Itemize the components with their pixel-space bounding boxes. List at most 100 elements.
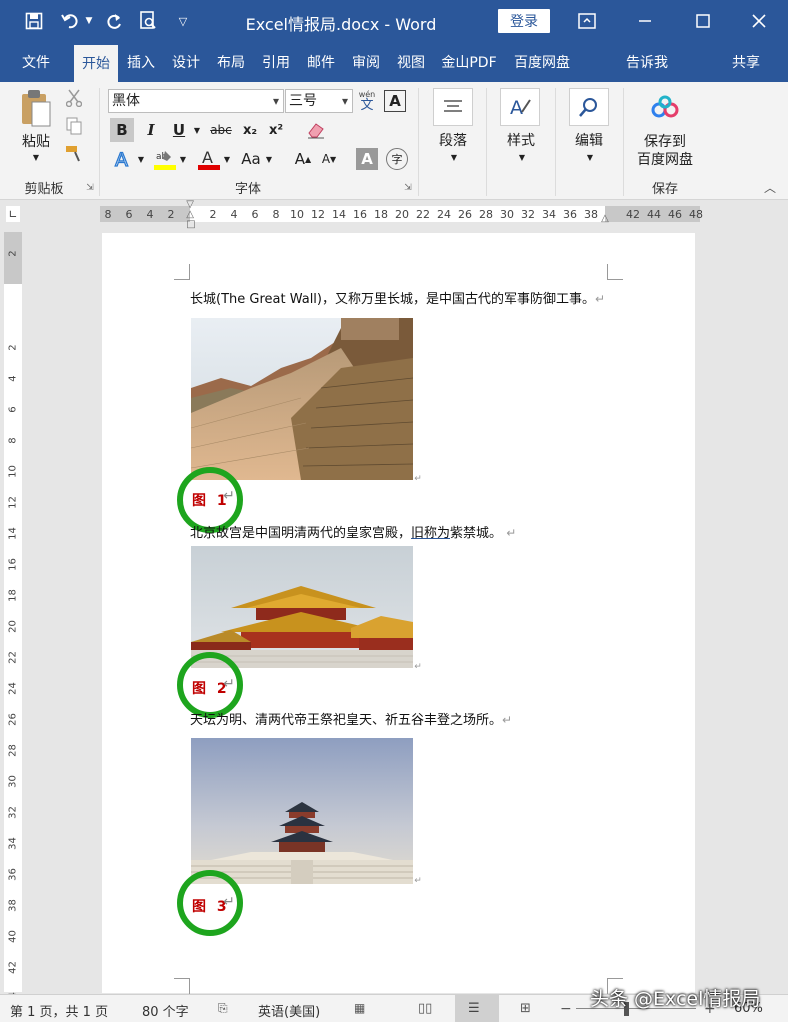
print-layout-icon[interactable]: ☰ [468, 1001, 480, 1016]
character-border-icon[interactable]: A [384, 90, 406, 112]
ruler-number: 6 [7, 406, 19, 413]
ruler-number: 30 [500, 208, 514, 221]
change-case-dropdown-icon[interactable]: ▼ [264, 146, 274, 172]
paragraph-great-wall[interactable]: 长城(The Great Wall)，又称万里长城，是中国古代的军事防御工事。↵ [190, 288, 605, 307]
ruler-number: 4 [146, 208, 154, 221]
change-case-button[interactable]: Aa [238, 146, 264, 172]
paragraph-mark: ↵ [506, 526, 517, 540]
tab-design[interactable]: 设计 [165, 44, 207, 82]
tab-baidu-netdisk[interactable]: 百度网盘 [506, 44, 578, 82]
customize-toolbar-icon[interactable]: ▽ [174, 8, 192, 34]
italic-button[interactable]: I [140, 118, 162, 142]
strikethrough-button[interactable]: abc [206, 118, 236, 142]
paragraph-forbidden-city[interactable]: 北京故宫是中国明清两代的皇家宫殿，旧称为紫禁城。 ↵ [190, 522, 516, 541]
phonetic-guide-icon[interactable]: wén 文 [358, 88, 376, 114]
forbidden-city-image[interactable] [191, 546, 413, 668]
tab-wps-pdf[interactable]: 金山PDF [436, 44, 502, 82]
font-name-combo[interactable]: 黑体 ▾ [108, 89, 284, 113]
styles-icon[interactable]: A [500, 88, 540, 126]
paste-dropdown-icon[interactable]: ▼ [28, 152, 44, 162]
ruler-number: 32 [521, 208, 535, 221]
great-wall-image[interactable] [191, 318, 413, 480]
save-icon[interactable] [22, 8, 46, 34]
copy-icon[interactable] [64, 116, 84, 136]
font-size-combo[interactable]: 三号 ▾ [285, 89, 353, 113]
format-painter-icon[interactable] [64, 144, 84, 164]
text-effects-icon[interactable]: A [110, 146, 136, 172]
tab-review[interactable]: 审阅 [345, 44, 387, 82]
clipboard-launcher-icon[interactable]: ⇲ [84, 182, 96, 194]
undo-dropdown-icon[interactable]: ▼ [84, 8, 94, 34]
highlight-dropdown-icon[interactable]: ▼ [178, 146, 188, 172]
login-button[interactable]: 登录 [498, 9, 550, 33]
clear-formatting-icon[interactable] [304, 118, 328, 142]
save-to-baidu-line2[interactable]: 百度网盘 [630, 150, 700, 168]
maximize-icon[interactable] [688, 8, 718, 34]
chevron-down-icon[interactable]: ▾ [342, 90, 348, 112]
ruler-number: 14 [7, 527, 19, 540]
proofing-icon[interactable]: ⎘ [218, 1001, 228, 1016]
paragraph-icon[interactable] [433, 88, 473, 126]
editing-button[interactable]: 编辑 [564, 130, 614, 150]
tab-view[interactable]: 视图 [390, 44, 432, 82]
character-shading-icon[interactable]: A [356, 148, 378, 170]
tab-layout[interactable]: 布局 [210, 44, 252, 82]
font-color-icon[interactable]: A [196, 146, 222, 172]
ruler-number: 8 [272, 208, 280, 221]
tab-references[interactable]: 引用 [255, 44, 297, 82]
text-effects-dropdown-icon[interactable]: ▼ [136, 146, 146, 172]
tell-me-search[interactable]: 告诉我 [618, 44, 676, 82]
paragraph-button[interactable]: 段落 [428, 130, 478, 150]
paragraph-dropdown-icon[interactable]: ▼ [448, 152, 460, 162]
share-button[interactable]: 共享 [726, 44, 766, 82]
editing-dropdown-icon[interactable]: ▼ [584, 152, 596, 162]
subscript-button[interactable]: x₂ [240, 118, 260, 142]
highlight-icon[interactable]: ab [152, 146, 178, 172]
language-indicator[interactable]: 英语(美国) [258, 1001, 320, 1020]
underline-button[interactable]: U [168, 118, 190, 142]
styles-dropdown-icon[interactable]: ▼ [516, 152, 528, 162]
indent-marker-icon[interactable]: ▽ △ □ [185, 200, 197, 230]
tab-insert[interactable]: 插入 [120, 44, 162, 82]
underline-dropdown-icon[interactable]: ▼ [192, 118, 202, 142]
styles-button[interactable]: 样式 [496, 130, 546, 150]
font-launcher-icon[interactable]: ⇲ [402, 182, 414, 194]
grow-font-button[interactable]: A ▲ [292, 146, 314, 172]
redo-icon[interactable] [102, 8, 126, 34]
minimize-icon[interactable] [630, 8, 660, 34]
paragraph-temple-of-heaven[interactable]: 天坛为明、清两代帝王祭祀皇天、祈五谷丰登之场所。↵ [190, 709, 512, 728]
web-layout-icon[interactable]: ⊞ [520, 1001, 531, 1016]
shrink-font-button[interactable]: A ▼ [318, 146, 340, 172]
baidu-netdisk-icon[interactable] [648, 92, 682, 126]
read-mode-icon[interactable]: ▯▯ [418, 1001, 432, 1016]
print-preview-icon[interactable] [136, 8, 160, 34]
zoom-out-icon[interactable]: − [560, 1001, 572, 1017]
macro-recording-icon[interactable]: ▦ [354, 1001, 365, 1015]
tab-file[interactable]: 文件 [12, 44, 60, 82]
paste-button[interactable]: 粘贴 [14, 132, 58, 150]
ruler-number: 12 [311, 208, 325, 221]
tab-home[interactable]: 开始 [74, 45, 118, 82]
undo-icon[interactable] [58, 8, 84, 34]
chevron-down-icon[interactable]: ▾ [273, 90, 279, 112]
tab-selector-icon[interactable]: ∟ [6, 206, 20, 222]
font-color-dropdown-icon[interactable]: ▼ [222, 146, 232, 172]
cut-icon[interactable] [64, 88, 84, 108]
close-icon[interactable] [744, 8, 774, 34]
superscript-button[interactable]: x² [266, 118, 286, 142]
bold-button[interactable]: B [110, 118, 134, 142]
right-indent-marker-icon[interactable]: △ [599, 212, 611, 224]
editing-icon[interactable] [569, 88, 609, 126]
temple-of-heaven-image[interactable] [191, 738, 413, 884]
ribbon-tabs: 文件 开始 插入 设计 布局 引用 邮件 审阅 视图 金山PDF 百度网盘 告诉… [0, 44, 788, 118]
word-count[interactable]: 80 个字 [142, 1001, 189, 1020]
save-to-baidu-line1[interactable]: 保存到 [630, 132, 700, 150]
ribbon-display-options-icon[interactable] [572, 8, 602, 34]
page-count[interactable]: 第 1 页，共 1 页 [10, 1001, 108, 1020]
ribbon-separator [418, 88, 419, 196]
tab-mailings[interactable]: 邮件 [300, 44, 342, 82]
enclose-characters-button[interactable]: 字 [386, 148, 408, 170]
paste-icon[interactable] [14, 88, 58, 128]
collapse-ribbon-icon[interactable]: ︿ [760, 180, 780, 195]
ruler-number: 2 [7, 250, 19, 257]
